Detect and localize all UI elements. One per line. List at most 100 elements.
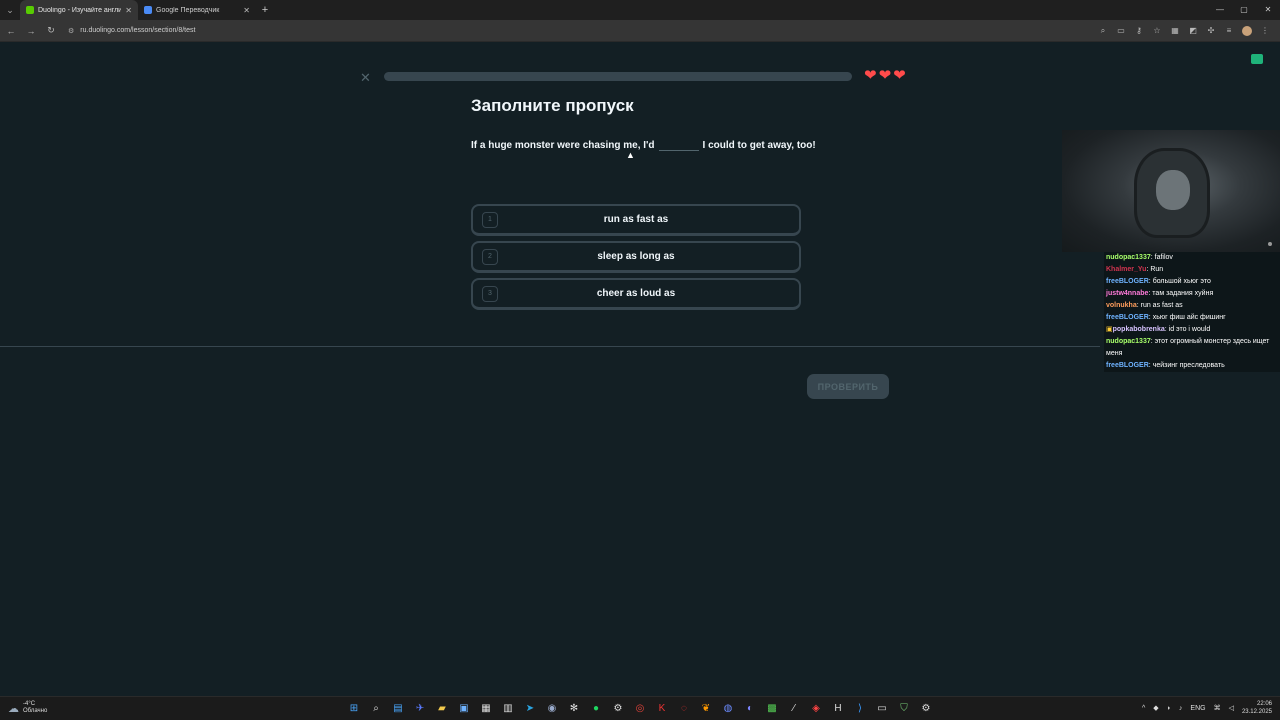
volume-icon[interactable]: ◁ [1229,704,1234,712]
browser-tools: ⌕ ▭ ⚷ ☆ ▦ ◩ ✣ ≡ ⋮ [1098,25,1270,36]
gear-icon[interactable]: ⚙ [918,701,934,717]
app-red-icon[interactable]: ◈ [808,701,824,717]
openai-icon[interactable]: ✻ [566,701,582,717]
hearts-counter: ❤ ❤ ❤ [864,68,906,84]
tab-google-translate[interactable]: Google Переводчик ✕ [138,0,256,20]
profile-avatar[interactable] [1242,25,1252,36]
calculator-icon[interactable]: ▦ [478,701,494,717]
chat-message: Khalmer_Yu: Run [1104,264,1280,276]
dropbox-icon[interactable]: ◆ [1153,704,1158,712]
search-icon[interactable]: ⌕ [368,701,384,717]
forward-icon[interactable]: → [24,26,38,36]
browser-tab-bar: ⌄ Duolingo - Изучайте английск ✕ Google … [0,0,1280,20]
weather-desc: Облачно [23,708,48,714]
chat-message: nudopac1337: fafilov [1104,252,1280,264]
challenge-sentence: If a huge monster were chasing me, I'd I… [471,137,816,151]
close-lesson-icon[interactable]: ✕ [360,70,371,86]
chat-username: justw4nnabe [1106,290,1149,297]
media-icon[interactable]: ≡ [1224,26,1234,36]
new-tab-button[interactable]: + [256,4,274,16]
back-icon[interactable]: ← [4,26,18,36]
app-globe-icon[interactable]: ◍ [720,701,736,717]
mic-icon[interactable]: ♪ [1179,705,1183,712]
option-label: sleep as long as [597,251,675,262]
answer-option-3[interactable]: 3 cheer as loud as [471,278,801,310]
chat-text: fafilov [1154,254,1173,261]
vscode-icon[interactable]: ⟩ [852,701,868,717]
close-tab-icon[interactable]: ✕ [243,6,250,15]
minimize-icon[interactable]: — [1208,0,1232,20]
photos-icon[interactable]: ▣ [456,701,472,717]
cast-icon[interactable]: ▭ [1116,26,1126,36]
chat-text: id это i would [1168,326,1211,333]
reload-icon[interactable]: ↻ [44,25,58,36]
google-translate-favicon-icon [144,6,152,14]
answer-option-2[interactable]: 2 sleep as long as [471,241,801,273]
language-indicator[interactable]: ENG [1190,705,1205,712]
site-info-icon[interactable]: ⚙ [68,27,74,35]
chat-message: freeBLOGER: чейзинг преследовать [1104,360,1280,372]
discord-icon[interactable]: ◐ [742,701,758,717]
telegram-icon[interactable]: ➤ [522,701,538,717]
tab-duolingo[interactable]: Duolingo - Изучайте английск ✕ [20,0,138,20]
tray-overflow-icon[interactable]: ^ [1142,705,1145,712]
address-bar[interactable]: ⚙ ru.duolingo.com/lesson/section/8/test [64,23,1092,39]
chat-text: большой хьюг это [1152,278,1211,285]
chrome-icon[interactable]: ◎ [632,701,648,717]
app-circle-icon[interactable]: ◌ [676,701,692,717]
sentence-after: I could to get away, too! [702,140,816,151]
chat-username: nudopac1337 [1106,338,1151,345]
chat-username: popkabobrenka [1112,326,1165,333]
chat-message: justw4nnabe: там задания хуйня [1104,288,1280,300]
weather-widget[interactable]: ☁ -4°C Облачно [8,701,47,715]
heart-icon: ❤ [864,67,877,84]
widgets-icon[interactable]: ▤ [390,701,406,717]
network-icon[interactable]: ⌘ [1214,704,1221,712]
zoom-icon[interactable]: ⌕ [1098,26,1108,36]
tab-title: Google Переводчик [156,6,220,14]
app-dash-icon[interactable]: ⁄ [786,701,802,717]
browser-toolbar: ← → ↻ ⚙ ru.duolingo.com/lesson/section/8… [0,20,1280,42]
clock[interactable]: 22:06 23.12.2025 [1242,700,1272,716]
translate-extension-icon[interactable]: ◩ [1188,26,1198,36]
page-extension-icon[interactable] [1251,54,1263,64]
password-key-icon[interactable]: ⚷ [1134,26,1144,36]
app-h-icon[interactable]: H [830,701,846,717]
app-shield-icon[interactable]: ⛉ [896,701,912,717]
steam-icon[interactable]: ◉ [544,701,560,717]
duolingo-favicon-icon [26,6,34,14]
bookmark-star-icon[interactable]: ☆ [1152,26,1162,36]
extension-icon[interactable]: ▦ [1170,26,1180,36]
terminal-icon[interactable]: ▭ [874,701,890,717]
chat-message: ▣popkabobrenka: id это i would [1104,324,1280,336]
extensions-puzzle-icon[interactable]: ✣ [1206,26,1216,36]
webcam-overlay [1062,130,1280,252]
footer-divider [0,346,1100,347]
headset-icon[interactable]: ◗ [1167,705,1171,712]
check-button[interactable]: ПРОВЕРИТЬ [807,374,889,399]
chat-username: volnukha [1106,302,1137,309]
weather-text: -4°C Облачно [23,701,47,715]
maximize-icon[interactable]: ▢ [1232,0,1256,20]
close-window-icon[interactable]: ✕ [1256,0,1280,20]
spotify-icon[interactable]: ● [588,701,604,717]
option-label: cheer as loud as [596,288,676,299]
answer-option-1[interactable]: 1 run as fast as [471,204,801,236]
app-leaf-icon[interactable]: ❦ [698,701,714,717]
vpn-icon[interactable]: ✈ [412,701,428,717]
browser-menu-icon[interactable]: ⋮ [1260,26,1270,36]
windows-taskbar: ☁ -4°C Облачно ⊞ ⌕ ▤ ✈ ▰ ▣ ▦ ▥ ➤ ◉ ✻ ● ⚙… [0,696,1280,720]
settings-app-icon[interactable]: ⚙ [610,701,626,717]
start-icon[interactable]: ⊞ [346,701,362,717]
notes-icon[interactable]: ▥ [500,701,516,717]
option-number: 2 [482,248,498,265]
app-k-icon[interactable]: K [654,701,670,717]
clock-date: 23.12.2025 [1241,709,1272,715]
close-tab-icon[interactable]: ✕ [125,6,132,15]
window-controls: — ▢ ✕ [1208,0,1280,20]
tab-search-icon[interactable]: ⌄ [0,0,20,20]
minecraft-icon[interactable]: ▩ [764,701,780,717]
mouse-cursor-icon: ▲ [626,150,635,160]
file-explorer-icon[interactable]: ▰ [434,701,450,717]
chat-message: freeBLOGER: большой хьюг это [1104,276,1280,288]
